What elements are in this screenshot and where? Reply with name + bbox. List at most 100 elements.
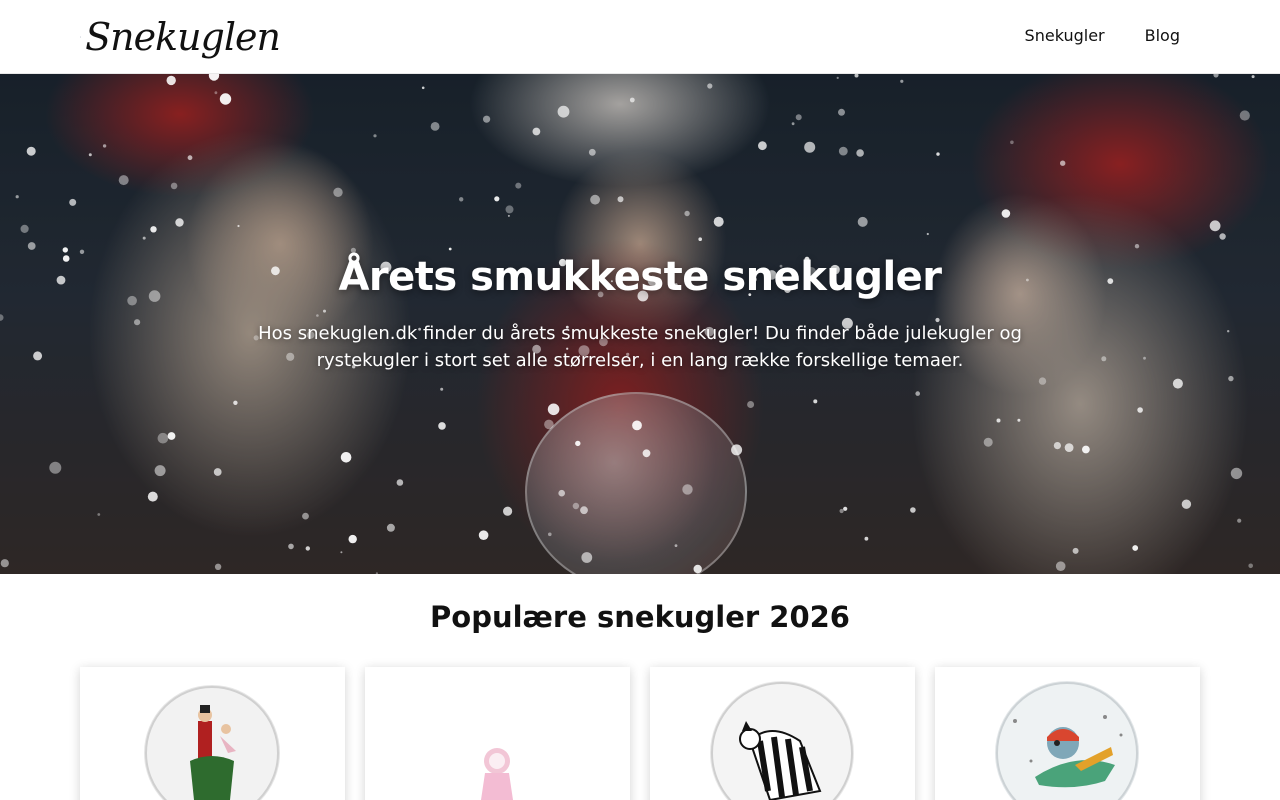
nav-item-blog[interactable]: Blog <box>1145 24 1180 48</box>
snowflake <box>747 401 755 408</box>
popular-section-title: Populære snekugler 2026 <box>430 600 850 634</box>
snowflake <box>1181 499 1192 509</box>
snowflake <box>731 444 743 456</box>
snowflake <box>581 552 593 563</box>
snowflake <box>483 115 491 123</box>
airplane-pilot-snow-globe-image <box>995 681 1139 800</box>
snowflake <box>147 491 158 502</box>
snow-globe-logo-icon <box>80 36 81 38</box>
snowflake <box>459 197 464 202</box>
snowflake <box>838 146 848 156</box>
snowflake <box>629 97 635 103</box>
snowflake <box>864 536 869 541</box>
snowflake <box>575 440 581 447</box>
snowflake <box>396 479 404 486</box>
snowflake <box>15 195 19 199</box>
snowflake <box>33 351 43 361</box>
snowflake <box>813 399 818 404</box>
snowflake <box>1064 443 1074 452</box>
snowflake <box>838 108 845 116</box>
snowflake <box>134 319 141 326</box>
snowflake <box>558 489 565 497</box>
snowflake <box>804 141 816 153</box>
snowflake <box>333 187 343 197</box>
snowflake <box>713 216 724 227</box>
snowflake <box>323 309 326 313</box>
snowflake <box>20 224 29 233</box>
snowflake <box>693 564 702 574</box>
snowflake <box>617 196 624 203</box>
snowflake <box>0 559 9 568</box>
product-card[interactable] <box>365 667 630 800</box>
snowflake <box>836 76 839 79</box>
snowflake <box>1219 233 1226 240</box>
snowflake <box>1134 244 1140 249</box>
snowflake <box>1209 220 1221 232</box>
snowflake <box>1143 356 1146 360</box>
snowflake <box>340 551 343 554</box>
snowflake <box>233 400 238 405</box>
nutcracker-ballerina-snow-globe-image <box>144 685 280 800</box>
snowflake <box>915 391 920 396</box>
snowflake <box>698 237 702 241</box>
snowflake <box>1038 377 1047 385</box>
snowflake <box>97 513 101 516</box>
snowflake <box>839 508 844 514</box>
snowflake <box>1230 467 1243 480</box>
snowflake <box>503 506 513 516</box>
snowflake <box>910 507 916 513</box>
snowflake <box>288 543 294 550</box>
product-card[interactable] <box>80 667 345 800</box>
snowflake <box>373 134 377 138</box>
hero-banner: Årets smukkeste snekugler Hos snekuglen.… <box>0 74 1280 574</box>
snowflake <box>795 114 802 121</box>
snowflake <box>1172 378 1183 389</box>
snowflake <box>632 420 642 431</box>
snowflake <box>507 214 510 217</box>
snowflake <box>350 247 356 253</box>
snowflake <box>430 122 440 131</box>
snowflake <box>580 506 588 515</box>
snowflake <box>214 91 218 95</box>
snowflake <box>175 218 184 227</box>
pink-figure-snow-globe-image <box>481 748 513 800</box>
logo-text: Snekuglen <box>85 15 281 59</box>
snowflake <box>102 144 107 148</box>
snowflake <box>142 236 146 240</box>
snowflake <box>1017 418 1021 422</box>
snowflake <box>170 182 178 190</box>
snowflake <box>237 224 240 228</box>
snowflake <box>1055 561 1066 571</box>
snowflake <box>1010 140 1014 145</box>
snowflake <box>1137 407 1143 413</box>
snowflake <box>438 422 446 430</box>
snowflake <box>1248 563 1253 569</box>
logo-link[interactable]: Snekuglen <box>80 10 281 64</box>
snowflake <box>1237 518 1242 523</box>
snowflake <box>791 122 795 126</box>
snowflake <box>478 530 489 540</box>
snowflake <box>440 387 444 391</box>
product-card[interactable] <box>935 667 1200 800</box>
snowflake <box>421 86 425 90</box>
product-card[interactable] <box>650 667 915 800</box>
snowflake <box>544 419 554 430</box>
snowflake <box>857 216 868 227</box>
snowflake <box>900 79 904 83</box>
snowflake <box>0 314 4 321</box>
snowflake <box>684 210 690 217</box>
snowflake <box>49 461 62 474</box>
snowflake <box>548 532 552 537</box>
nav-item-snekugler[interactable]: Snekugler <box>1025 24 1105 48</box>
snowflake <box>572 502 580 510</box>
snowflake <box>448 247 452 251</box>
hero-subtitle: Hos snekuglen.dk finder du årets smukkes… <box>258 323 1022 371</box>
snowflake <box>674 544 678 547</box>
snowflake <box>843 506 848 511</box>
snowflake <box>27 242 36 250</box>
snowflake <box>854 74 859 78</box>
snowflake <box>1239 110 1250 121</box>
snowflake <box>88 153 92 157</box>
snowflake <box>1227 330 1230 333</box>
snowflake <box>219 93 232 105</box>
